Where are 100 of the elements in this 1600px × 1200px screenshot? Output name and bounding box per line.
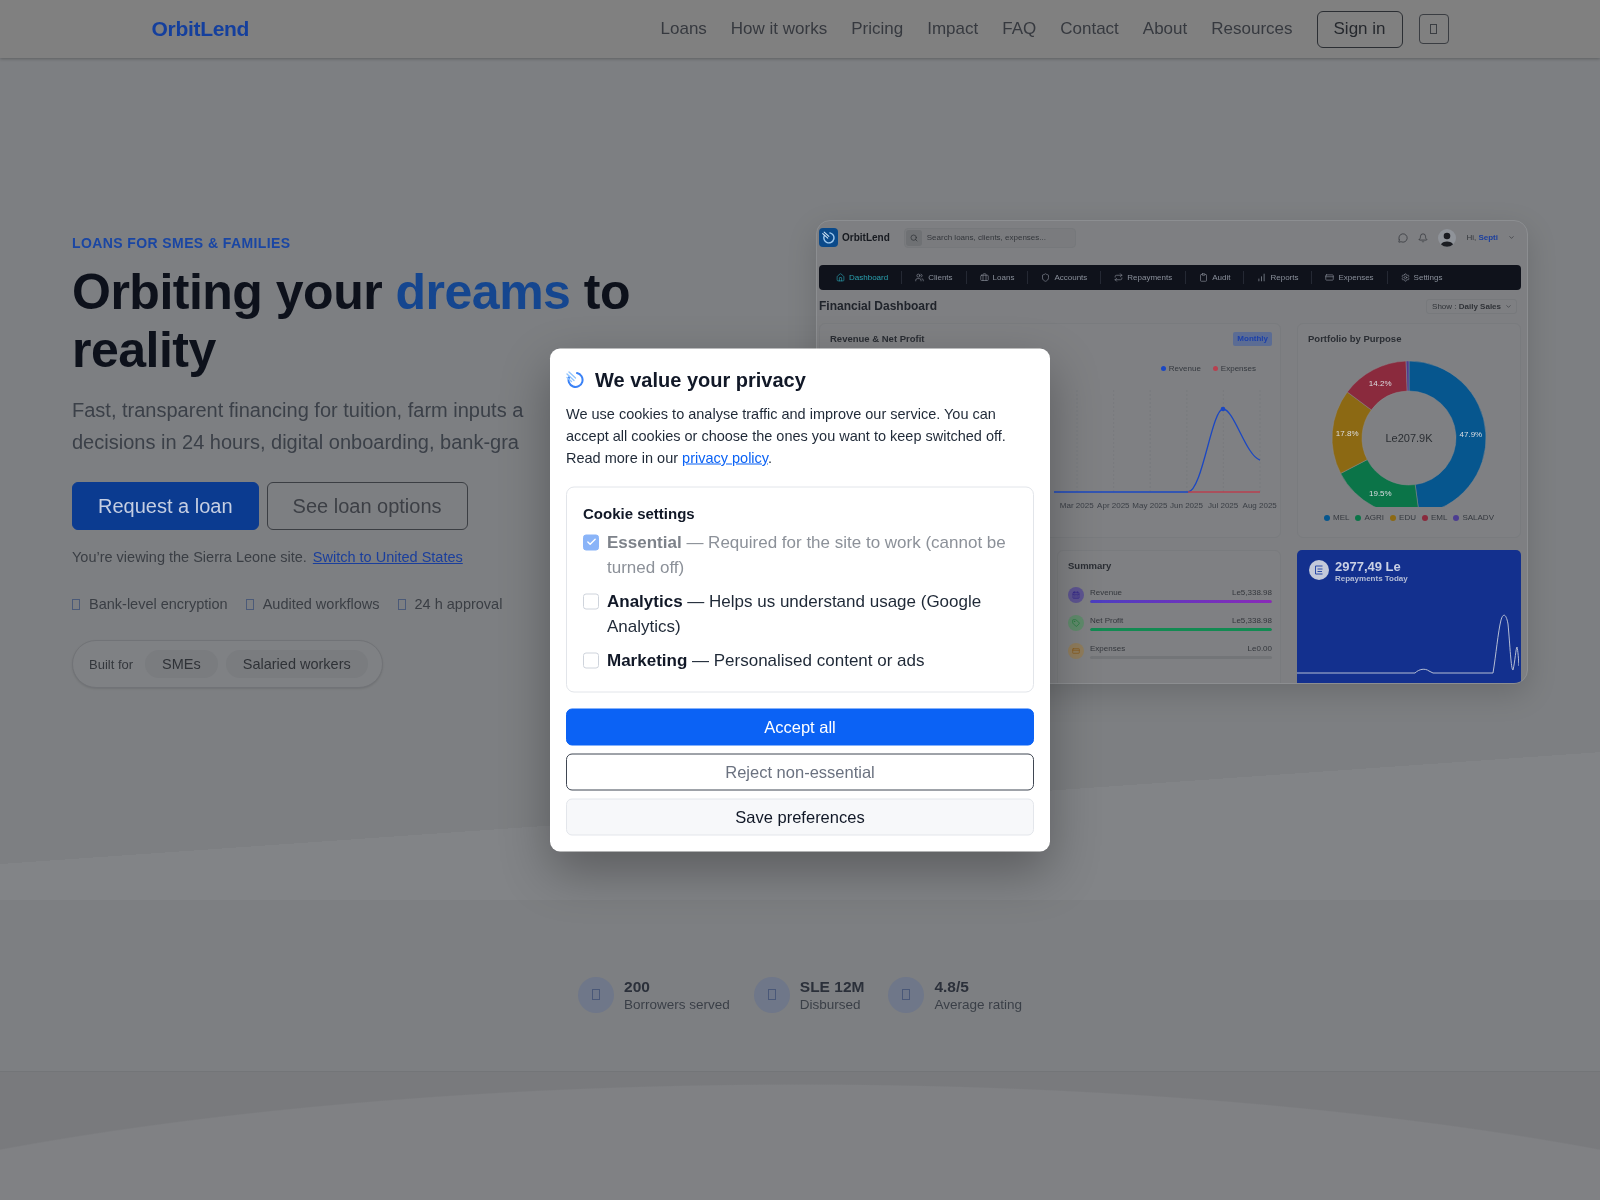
- settings-icon: [1400, 273, 1410, 282]
- menu-item[interactable]: Settings: [1386, 271, 1456, 284]
- cookie-option-label: Essential — Required for the site to work (cannot be turned off): [607, 531, 1007, 579]
- summary-value: Le5,338.98: [1231, 588, 1272, 597]
- checkbox[interactable]: [583, 593, 599, 609]
- menu-item[interactable]: Audit: [1185, 271, 1244, 284]
- glyph-box-icon: [1430, 24, 1437, 34]
- nav-link[interactable]: Resources: [1211, 19, 1293, 39]
- legend-label: EDU: [1399, 513, 1416, 522]
- slice-label: 47.9%: [1459, 429, 1483, 439]
- legend-label: EML: [1430, 513, 1448, 522]
- legend-label: MEL: [1333, 513, 1350, 522]
- menu-item[interactable]: Accounts: [1027, 271, 1101, 284]
- repayments-label: Repayments Today: [1335, 574, 1408, 584]
- consent-text: We use cookies to analyse traffic and improve our service. You can accept all cookies or choose the ones you want to keep switched off. Read more in our privacy policy.: [566, 404, 1007, 468]
- summary-label: Expenses: [1090, 644, 1126, 653]
- nav-link[interactable]: Impact: [927, 19, 979, 39]
- dashboard-brand: OrbitLend: [842, 232, 890, 243]
- stat-value: 200: [624, 977, 651, 996]
- stat-label: Average rating: [934, 995, 1022, 1013]
- summary-label: Net Profit: [1090, 616, 1124, 625]
- lines-icon: [1309, 560, 1329, 580]
- stat-value: SLE 12M: [799, 977, 865, 996]
- axis-label: Apr 2025: [1096, 501, 1131, 510]
- summary-value: Le5,338.98: [1231, 616, 1272, 625]
- save-preferences-button[interactable]: Save preferences: [566, 798, 1034, 836]
- bar-chart-icon: [1257, 273, 1267, 282]
- donut-total: Le207.9K: [1385, 432, 1433, 444]
- user-greeting: Hi, Septi: [1466, 233, 1498, 242]
- axis-label: May 2025: [1131, 501, 1169, 510]
- users-icon: [915, 273, 925, 282]
- summary-label: Revenue: [1090, 588, 1123, 597]
- hero-subtitle: Fast, transparent financing for tuition, farm inputs a decisions in 24 hours, digital onboarding, bank-gra: [72, 398, 524, 455]
- logo-icon: [819, 228, 838, 247]
- audience-chip: Salaried workers: [225, 650, 368, 678]
- checkbox[interactable]: [583, 652, 599, 668]
- reject-button[interactable]: Reject non-essential: [566, 753, 1034, 791]
- calendar-icon: [1068, 587, 1084, 603]
- nav-link[interactable]: About: [1142, 19, 1188, 39]
- sign-in-button[interactable]: Sign in: [1316, 10, 1403, 48]
- feature-label: 24 h approval: [414, 595, 503, 614]
- stat-label: Disbursed: [799, 995, 862, 1013]
- legend-label: Revenue: [1168, 363, 1201, 373]
- glyph-box-icon: [888, 977, 925, 1013]
- nav-link[interactable]: FAQ: [1002, 19, 1037, 39]
- nav-link[interactable]: How it works: [730, 19, 828, 39]
- glyph-box-icon: [72, 598, 80, 610]
- slice-label: 14.2%: [1368, 379, 1392, 389]
- glyph-box-icon: [753, 977, 790, 1013]
- request-loan-button[interactable]: Request a loan: [72, 482, 259, 530]
- view-select[interactable]: Show : Daily Sales: [1426, 298, 1517, 314]
- shield-icon: [1041, 273, 1051, 282]
- glyph-box-icon: [397, 598, 406, 610]
- menu-item[interactable]: Expenses: [1311, 271, 1387, 284]
- glyph-box-icon: [578, 977, 614, 1013]
- chevron-down-icon: [1505, 302, 1512, 310]
- briefcase-icon: [979, 273, 989, 282]
- menu-item[interactable]: Loans: [965, 271, 1028, 284]
- repeat-icon: [1114, 273, 1124, 282]
- stat-label: Borrowers served: [624, 995, 730, 1013]
- card-icon: [1068, 643, 1084, 659]
- home-icon: [836, 273, 845, 282]
- icon-button[interactable]: [1418, 14, 1449, 44]
- legend-label: AGRI: [1364, 513, 1385, 522]
- data-point: [1220, 406, 1226, 412]
- cookie-option-label: Analytics — Helps us understand usage (Google Analytics): [607, 590, 983, 638]
- clipboard-icon: [1199, 273, 1209, 282]
- bell-icon[interactable]: [1418, 232, 1429, 243]
- chat-icon[interactable]: [1398, 232, 1409, 243]
- menu-item[interactable]: Clients: [901, 271, 966, 284]
- glyph-box-icon: [245, 598, 254, 610]
- nav-link[interactable]: Pricing: [851, 19, 904, 39]
- credit-card-icon: [1325, 273, 1335, 282]
- nav-link[interactable]: Contact: [1060, 19, 1119, 39]
- privacy-policy-link[interactable]: privacy policy: [682, 449, 768, 466]
- legend-label: Expenses: [1220, 363, 1256, 373]
- menu-item[interactable]: Repayments: [1100, 271, 1186, 284]
- nav-link[interactable]: Loans: [660, 19, 707, 39]
- loan-options-button[interactable]: See loan options: [266, 482, 468, 530]
- period-badge: Monthly: [1233, 331, 1272, 346]
- cookie-option-label: Marketing — Personalised content or ads: [607, 649, 925, 672]
- stat-value: 4.8/5: [934, 977, 970, 996]
- feature-label: Audited workflows: [262, 595, 380, 614]
- user-avatar: [1438, 228, 1457, 247]
- card-title: Summary: [1068, 559, 1112, 572]
- slice-label: 17.8%: [1335, 428, 1359, 438]
- audience-label: Built for: [89, 656, 134, 672]
- dashboard-title: Financial Dashboard: [819, 299, 938, 313]
- tag-icon: [1068, 615, 1084, 631]
- logo-icon: [566, 370, 584, 389]
- site-notice-text: You’re viewing the Sierra Leone site.: [72, 548, 307, 567]
- feature-label: Bank-level encryption: [89, 595, 228, 614]
- card-title: Revenue & Net Profit: [830, 332, 925, 345]
- accept-all-button[interactable]: Accept all: [566, 708, 1034, 746]
- legend-label: SALADV: [1462, 513, 1494, 522]
- menu-item[interactable]: Reports: [1243, 271, 1312, 284]
- menu-item[interactable]: Dashboard: [823, 271, 902, 284]
- summary-value: Le0.00: [1247, 644, 1272, 653]
- audience-chip: SMEs: [145, 650, 218, 678]
- card-title: Portfolio by Purpose: [1308, 332, 1402, 345]
